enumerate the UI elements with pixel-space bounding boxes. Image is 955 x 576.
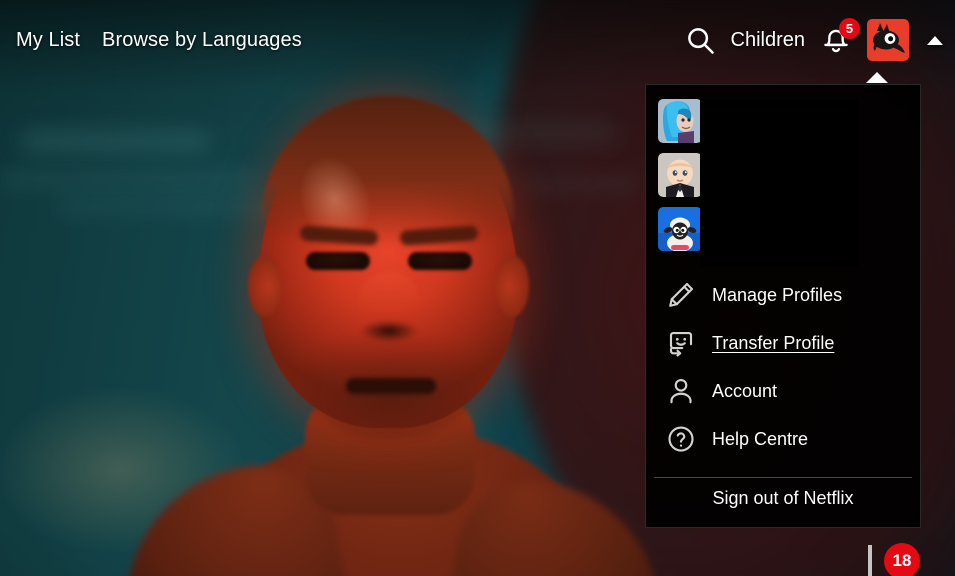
sign-out-button[interactable]: Sign out of Netflix	[646, 478, 920, 527]
nav-my-list[interactable]: My List	[16, 29, 80, 52]
pencil-icon	[669, 282, 694, 307]
menu-item-label: Help Centre	[712, 428, 809, 449]
notifications-button[interactable]: 5	[821, 18, 860, 56]
avatar[interactable]	[867, 19, 909, 61]
secondary-nav-actions: Children 5	[685, 18, 955, 61]
netflix-browse-screen: My List Browse by Languages Children 5 M…	[0, 0, 955, 576]
menu-item-label: Account	[712, 380, 778, 401]
dropdown-pointer-icon	[866, 72, 888, 83]
sign-out-label: Sign out of Netflix	[712, 488, 854, 508]
search-icon	[687, 28, 714, 54]
avatar-boss-baby-icon	[658, 153, 702, 197]
question-circle-icon	[668, 426, 694, 452]
primary-nav-links: My List Browse by Languages	[0, 29, 302, 52]
nav-children[interactable]: Children	[731, 29, 805, 52]
menu-item-help-centre[interactable]: Help Centre	[646, 415, 920, 463]
menu-item-transfer-profile[interactable]: Transfer Profile	[646, 319, 920, 367]
account-menu-list: Manage Profiles Transfer Profile Account…	[646, 267, 920, 473]
menu-item-account[interactable]: Account	[646, 367, 920, 415]
nav-browse-by-languages[interactable]: Browse by Languages	[102, 29, 302, 52]
avatar-creature-icon	[873, 23, 905, 53]
maturity-rating: 18	[868, 543, 920, 576]
avatar-shaun-the-sheep-icon	[658, 207, 702, 251]
profile-menu-caret-icon[interactable]	[927, 35, 943, 45]
profile-names-redaction-overlay	[700, 100, 858, 267]
top-navigation-bar: My List Browse by Languages Children 5	[0, 0, 955, 80]
menu-item-manage-profiles[interactable]: Manage Profiles	[646, 271, 920, 319]
maturity-rating-badge: 18	[884, 543, 920, 576]
menu-item-label: Manage Profiles	[712, 284, 843, 305]
avatar-blue-hair-character-icon	[658, 99, 702, 143]
maturity-rating-bar	[868, 544, 872, 576]
transfer-face-icon	[669, 331, 693, 357]
person-icon	[670, 378, 692, 404]
notification-count-badge: 5	[839, 18, 860, 39]
search-button[interactable]	[685, 25, 715, 55]
menu-item-label: Transfer Profile	[712, 332, 835, 353]
